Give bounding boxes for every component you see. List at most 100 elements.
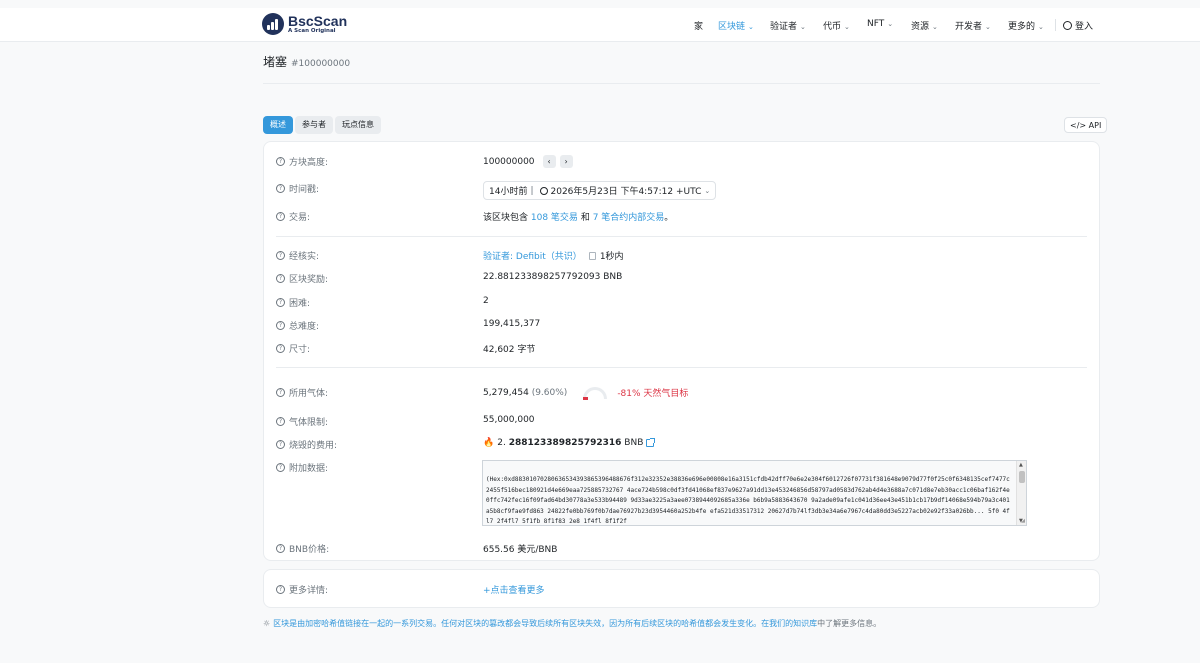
nav-validators[interactable]: 验证者 ⌄ bbox=[770, 19, 806, 32]
chevron-left-icon: ‹ bbox=[547, 157, 551, 166]
nav-blockchain[interactable]: 区块链 ⌄ bbox=[718, 19, 754, 32]
chevron-down-icon: ⌄ bbox=[800, 23, 806, 31]
timestamp-label-text: 时间戳: bbox=[289, 185, 320, 195]
question-circle-icon: ? bbox=[276, 544, 285, 553]
timestamp-separator: | bbox=[530, 185, 534, 196]
nav-login[interactable]: 登入 bbox=[1063, 19, 1093, 32]
external-link-icon[interactable] bbox=[646, 438, 656, 447]
show-more-link[interactable]: +点击查看更多 bbox=[483, 583, 545, 596]
chevron-down-icon: ⌄ bbox=[704, 186, 711, 195]
chevron-down-icon: ⌄ bbox=[748, 23, 754, 31]
bnb-price-label-text: BNB价格: bbox=[289, 545, 330, 555]
question-circle-icon: ? bbox=[276, 463, 285, 472]
timestamp-dropdown[interactable]: 14小时前 | 2026年5月23日 下午4:57:12 +UTC ⌄ bbox=[483, 181, 717, 200]
nav-login-label: 登入 bbox=[1075, 22, 1094, 32]
chevron-down-icon: ⌄ bbox=[1038, 23, 1044, 31]
burnt-fees-unit: BNB bbox=[624, 438, 644, 448]
timestamp-value: 2026年5月23日 下午4:57:12 +UTC bbox=[550, 187, 702, 197]
burnt-fees-prefix: 2. bbox=[497, 438, 506, 448]
nav-more[interactable]: 更多的 ⌄ bbox=[1008, 19, 1044, 32]
question-circle-icon: ? bbox=[276, 388, 285, 397]
question-circle-icon: ? bbox=[276, 251, 285, 260]
chevron-down-icon: ⌄ bbox=[887, 20, 894, 28]
api-button-label: API bbox=[1088, 121, 1102, 130]
chevron-down-icon: ⌄ bbox=[844, 23, 850, 31]
next-block-button[interactable]: › bbox=[559, 155, 573, 168]
question-circle-icon: ? bbox=[276, 440, 285, 449]
knowledge-base-link[interactable]: 在我们的知识库 bbox=[761, 619, 817, 628]
more-details-label: ? 更多详情: bbox=[276, 583, 328, 596]
difficulty-label: ? 困难: bbox=[276, 296, 310, 309]
gas-used-label-text: 所用气体: bbox=[289, 389, 329, 399]
gas-used-percent: (9.60%) bbox=[531, 387, 568, 398]
block-height-value: 100000000 ‹ › bbox=[483, 155, 573, 168]
api-button[interactable]: </> API bbox=[1064, 117, 1108, 133]
nav-home[interactable]: 家 bbox=[694, 19, 703, 32]
nav-tokens[interactable]: 代币 ⌄ bbox=[823, 19, 850, 32]
question-circle-icon: ? bbox=[276, 417, 285, 426]
transactions-label: ? 交易: bbox=[276, 210, 310, 223]
page-title: 堵塞 #100000000 bbox=[263, 53, 350, 70]
gas-used-label: ? 所用气体: bbox=[276, 386, 328, 399]
nav-developers[interactable]: 开发者 ⌄ bbox=[955, 19, 991, 32]
user-circle-icon bbox=[1063, 21, 1072, 30]
size-value: 42,602 字节 bbox=[483, 345, 536, 355]
lightbulb-icon: ☼ bbox=[263, 619, 271, 628]
footer-note-suffix: 中了解更多信息。 bbox=[817, 619, 882, 628]
block-height-label: ? 方块高度: bbox=[276, 155, 328, 168]
tab-participants[interactable]: 参与者 bbox=[295, 116, 333, 134]
site-header: BscScan A Scan Original 家 区块链 ⌄ 验证者 ⌄ 代币 ⌄ … bbox=[0, 8, 1200, 42]
resize-handle-icon[interactable]: ◢ bbox=[1021, 518, 1025, 524]
nav-nft[interactable]: NFT ⌄ bbox=[867, 19, 893, 29]
question-circle-icon: ? bbox=[276, 298, 285, 307]
block-height-label-text: 方块高度: bbox=[289, 158, 329, 168]
reward-value: 22.881233898257792093 BNB bbox=[483, 272, 623, 282]
transactions-value: 该区块包含 108 笔交易 和 7 笔合约内部交易。 bbox=[483, 210, 673, 223]
size-label: ? 尺寸: bbox=[276, 342, 310, 355]
nav-blockchain-label: 区块链 bbox=[718, 22, 746, 32]
tab-overview[interactable]: 概述 bbox=[263, 116, 293, 134]
extra-data-scrollbar[interactable]: ▲ ▼ bbox=[1016, 461, 1026, 525]
top-strip bbox=[0, 0, 1200, 8]
validated-label: ? 经核实: bbox=[276, 249, 319, 262]
scroll-up-icon[interactable]: ▲ bbox=[1019, 462, 1023, 468]
tab-viewpoints[interactable]: 玩点信息 bbox=[335, 116, 381, 134]
copy-icon[interactable] bbox=[588, 251, 596, 260]
gas-used-number: 5,279,454 bbox=[483, 387, 529, 398]
block-height-number: 100000000 bbox=[483, 156, 535, 167]
more-details-label-text: 更多详情: bbox=[289, 586, 329, 596]
total-difficulty-value: 199,415,377 bbox=[483, 319, 541, 329]
flame-icon: 🔥 bbox=[483, 438, 495, 448]
prev-block-button[interactable]: ‹ bbox=[542, 155, 556, 168]
internal-transactions-link[interactable]: 7 笔合约内部交易 bbox=[593, 210, 665, 223]
question-circle-icon: ? bbox=[276, 274, 285, 283]
transactions-count-link[interactable]: 108 笔交易 bbox=[531, 210, 578, 223]
nav-developers-label: 开发者 bbox=[955, 22, 983, 32]
transactions-suffix: 。 bbox=[664, 213, 674, 223]
footer-note-text: 区块是由加密哈希值链接在一起的一系列交易。任何对区块的篡改都会导致后续所有区块失… bbox=[273, 619, 762, 628]
burnt-fees-value: 🔥 2. 288123389825792316 BNB bbox=[483, 438, 656, 448]
gas-target-value: -81% 天然气目标 bbox=[617, 389, 689, 399]
transactions-label-text: 交易: bbox=[289, 213, 311, 223]
question-circle-icon: ? bbox=[276, 585, 285, 594]
chevron-right-icon: › bbox=[564, 157, 568, 166]
more-details-card: ? 更多详情: +点击查看更多 bbox=[263, 569, 1100, 608]
gas-limit-label-text: 气体限制: bbox=[289, 418, 329, 428]
extra-data-label: ? 附加数据: bbox=[276, 461, 328, 474]
section-divider bbox=[276, 236, 1087, 237]
validator-prefix: 验证者: bbox=[483, 252, 514, 262]
bnb-price-label: ? BNB价格: bbox=[276, 542, 329, 555]
title-divider bbox=[263, 83, 1100, 84]
validator-name-link[interactable]: Defibit（共识） bbox=[516, 249, 582, 262]
extra-data-textarea[interactable]: (Hex:0xd88301070280636534393865396488676… bbox=[482, 460, 1027, 526]
nav-resources[interactable]: 资源 ⌄ bbox=[911, 19, 938, 32]
scrollbar-thumb[interactable] bbox=[1019, 471, 1025, 483]
gas-limit-label: ? 气体限制: bbox=[276, 415, 328, 428]
page-title-text: 堵塞 bbox=[263, 55, 288, 69]
burnt-fees-amount: 288123389825792316 bbox=[508, 438, 622, 448]
footer-note: ☼ 区块是由加密哈希值链接在一起的一系列交易。任何对区块的篡改都会导致后续所有区块… bbox=[263, 618, 881, 629]
total-difficulty-label: ? 总难度: bbox=[276, 319, 319, 332]
extra-data-text: (Hex:0xd88301070280636534393865396488676… bbox=[486, 476, 1010, 525]
question-circle-icon: ? bbox=[276, 321, 285, 330]
nav-nft-label: NFT bbox=[867, 19, 885, 29]
